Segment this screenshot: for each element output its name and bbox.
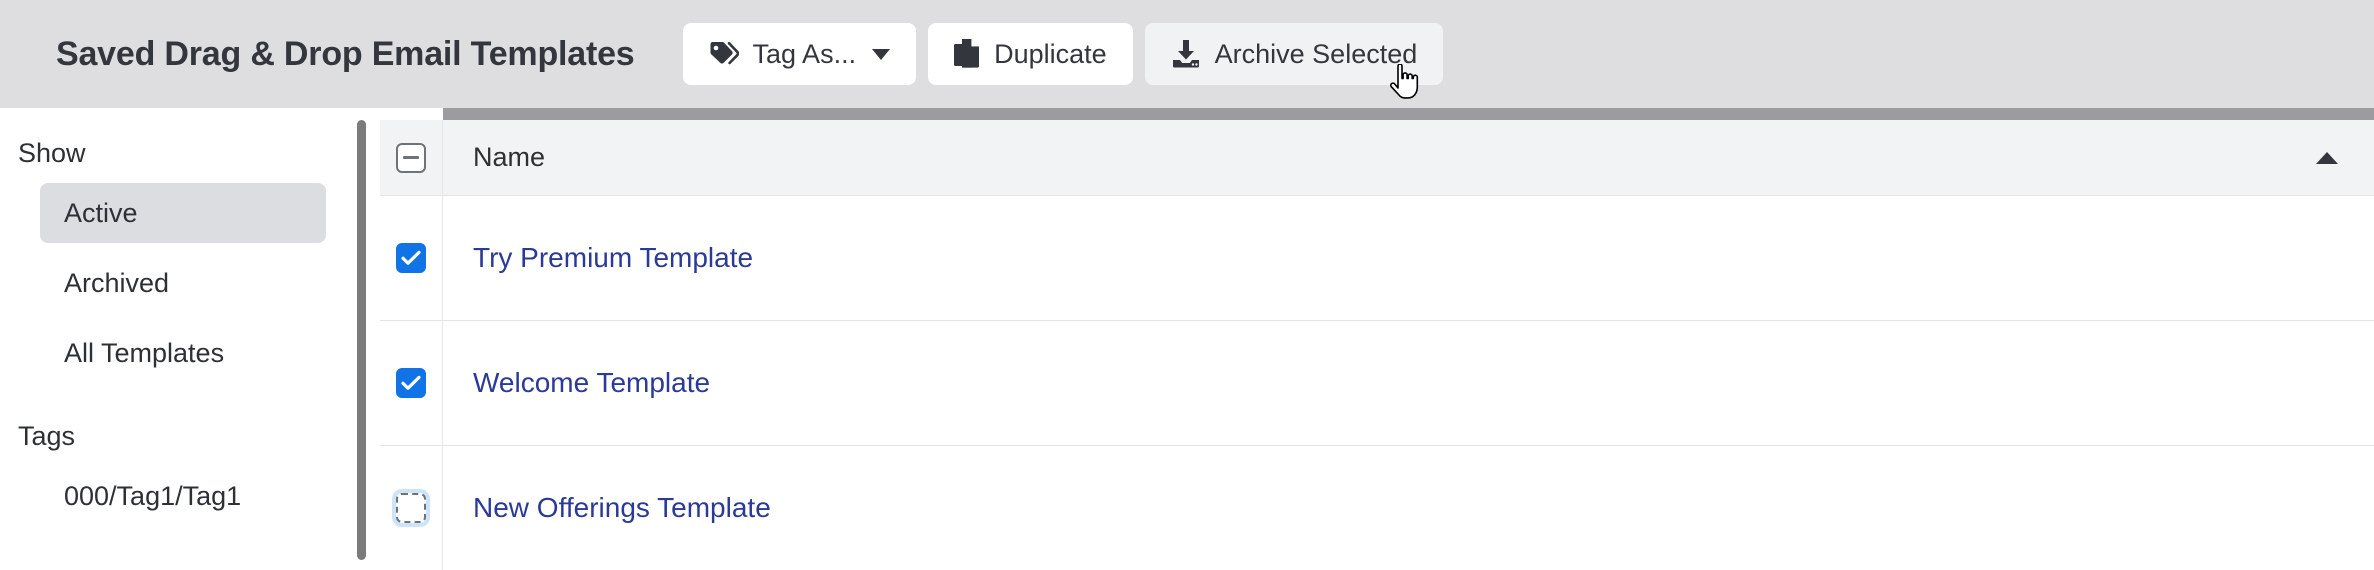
copy-icon <box>954 39 980 69</box>
sidebar-item-archived[interactable]: Archived <box>40 253 326 313</box>
page-title: Saved Drag & Drop Email Templates <box>56 34 635 73</box>
archive-download-icon <box>1171 39 1201 69</box>
table-row[interactable]: Try Premium Template <box>380 196 2374 321</box>
table-body: Try Premium Template Welcome Template Ne… <box>380 196 2374 570</box>
row-checkbox[interactable] <box>396 493 426 523</box>
toolbar-actions: Tag As... Duplicate Archive Selected <box>682 23 1444 85</box>
sidebar-heading-tags: Tags <box>18 421 76 451</box>
app-root: Saved Drag & Drop Email Templates Tag As… <box>0 0 2374 570</box>
template-link[interactable]: Try Premium Template <box>473 242 753 274</box>
sidebar-tag-label: 000/Tag1/Tag1 <box>64 480 242 511</box>
row-name-cell: Welcome Template <box>443 321 2374 445</box>
sort-ascending-icon[interactable] <box>2316 151 2338 164</box>
duplicate-button[interactable]: Duplicate <box>928 23 1133 85</box>
table-header-row: Name <box>380 120 2374 196</box>
table-horizontal-scrollbar[interactable] <box>443 108 2374 120</box>
sidebar-heading-show: Show <box>18 138 86 168</box>
column-header-name-label: Name <box>473 142 546 172</box>
template-link[interactable]: Welcome Template <box>473 367 710 399</box>
archive-selected-button[interactable]: Archive Selected <box>1144 23 1444 85</box>
tag-as-button[interactable]: Tag As... <box>682 23 917 85</box>
table-row[interactable]: Welcome Template <box>380 321 2374 446</box>
select-all-checkbox[interactable] <box>396 142 426 173</box>
row-checkbox[interactable] <box>396 243 426 273</box>
row-checkbox[interactable] <box>396 368 426 398</box>
sidebar-item-label-active: Active <box>64 197 138 228</box>
tag-as-label: Tag As... <box>752 38 857 69</box>
row-select-cell <box>380 196 443 320</box>
tags-icon <box>709 41 739 67</box>
column-header-name[interactable]: Name <box>443 120 2374 195</box>
archive-selected-label: Archive Selected <box>1214 38 1418 69</box>
templates-table: Name Try Premium Template Welcome Templa… <box>380 108 2374 570</box>
table-row[interactable]: New Offerings Template <box>380 446 2374 570</box>
select-all-cell <box>380 120 443 195</box>
duplicate-label: Duplicate <box>994 38 1107 69</box>
row-select-cell <box>380 446 443 570</box>
sidebar-item-label-all-templates: All Templates <box>64 337 225 368</box>
row-name-cell: Try Premium Template <box>443 196 2374 320</box>
sidebar-tag-item[interactable]: 000/Tag1/Tag1 <box>40 466 326 526</box>
chevron-down-icon <box>872 48 891 60</box>
row-select-cell <box>380 321 443 445</box>
toolbar: Saved Drag & Drop Email Templates Tag As… <box>0 0 2374 108</box>
row-name-cell: New Offerings Template <box>443 446 2374 570</box>
sidebar-item-label-archived: Archived <box>64 267 170 298</box>
sidebar: Show Active Archived All Templates Tags … <box>0 108 348 570</box>
sidebar-scrollbar-thumb[interactable] <box>354 117 369 563</box>
template-link[interactable]: New Offerings Template <box>473 492 771 524</box>
sidebar-item-all-templates[interactable]: All Templates <box>40 323 326 383</box>
sidebar-item-active[interactable]: Active <box>40 183 326 243</box>
